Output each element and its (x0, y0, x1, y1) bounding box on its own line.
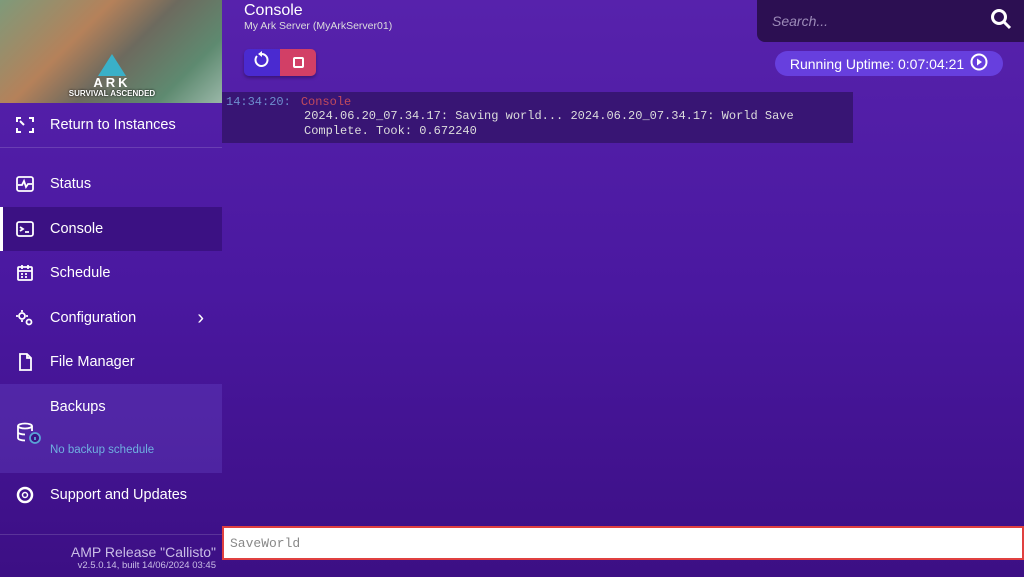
console-label: Console (50, 221, 104, 237)
server-name: My Ark Server (MyArkServer01) (244, 20, 393, 32)
uptime-badge[interactable]: Running Uptime: 0:07:04:21 (775, 51, 1003, 76)
build-info: v2.5.0.14, built 14/06/2024 03:45 (77, 560, 216, 571)
command-field (222, 526, 1024, 560)
chevron-right-icon: › (197, 306, 204, 329)
sidebar-item-console[interactable]: Console (0, 207, 222, 251)
command-input[interactable] (230, 535, 1022, 551)
ark-logo: ARK SURVIVAL ASCENDED (52, 54, 172, 102)
stop-icon (292, 57, 304, 68)
support-label: Support and Updates (50, 487, 188, 503)
search-icon[interactable] (990, 8, 1012, 35)
sidebar-item-configuration[interactable]: Configuration › (0, 296, 222, 340)
file-icon (0, 352, 50, 372)
version-info: AMP Release "Callisto" v2.5.0.14, built 1… (71, 544, 216, 571)
calendar-icon (0, 263, 50, 283)
search-bar (757, 0, 1024, 42)
console-entry: 14:34:20: Console 2024.06.20_07.34.17: Sa… (222, 92, 853, 143)
return-to-instances[interactable]: Return to Instances (0, 103, 222, 147)
database-icon (16, 422, 42, 451)
sidebar-item-schedule[interactable]: Schedule (0, 251, 222, 295)
divider (0, 534, 222, 535)
gears-icon (0, 308, 50, 328)
configuration-label: Configuration (50, 310, 137, 326)
status-label: Status (50, 176, 92, 192)
play-circle-icon (970, 53, 988, 74)
sidebar-item-file-manager[interactable]: File Manager (0, 340, 222, 384)
activity-icon (0, 174, 50, 194)
expand-icon (0, 115, 50, 135)
backup-status: No backup schedule (50, 444, 155, 456)
console-timestamp: 14:34:20: (226, 95, 291, 109)
divider (0, 147, 222, 148)
stop-button[interactable] (280, 49, 316, 76)
restart-button[interactable] (244, 49, 280, 76)
logo-subtext: SURVIVAL ASCENDED (68, 89, 156, 98)
lifebuoy-icon (0, 485, 50, 505)
server-controls (244, 49, 316, 76)
search-input[interactable] (772, 13, 990, 29)
file-manager-label: File Manager (50, 354, 135, 370)
sidebar-item-backups[interactable]: Backups No backup schedule (0, 384, 222, 473)
sidebar-item-support[interactable]: Support and Updates (0, 473, 222, 517)
sidebar-item-status[interactable]: Status (0, 162, 222, 206)
terminal-icon (0, 219, 50, 239)
release-name: AMP Release "Callisto" (70, 544, 216, 560)
logo-text: ARK (93, 75, 131, 90)
restart-icon (253, 51, 271, 74)
backups-label: Backups (50, 399, 106, 415)
server-banner-image: ARK SURVIVAL ASCENDED (0, 0, 222, 103)
page-title: Console (244, 2, 303, 19)
schedule-label: Schedule (50, 265, 111, 281)
console-source: Console (300, 95, 352, 109)
sidebar: ARK SURVIVAL ASCENDED Return to Instances… (0, 0, 222, 577)
return-label: Return to Instances (50, 117, 176, 133)
console-message: 2024.06.20_07.34.17: Saving world... 202… (304, 109, 794, 138)
uptime-text: Running Uptime: 0:07:04:21 (789, 55, 965, 72)
